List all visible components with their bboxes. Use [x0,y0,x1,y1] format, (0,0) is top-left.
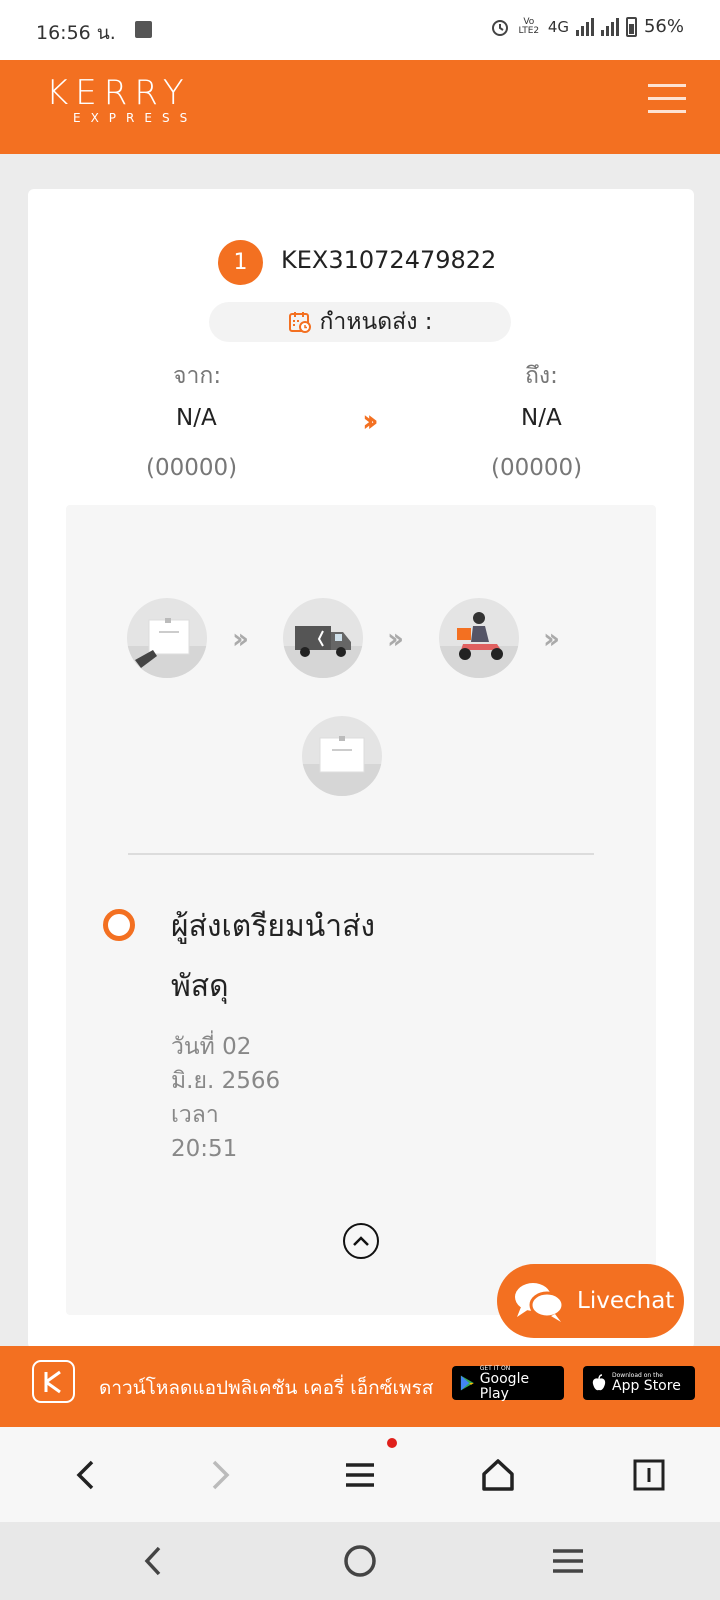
home-icon[interactable] [473,1451,523,1499]
kerry-logo[interactable]: KERRY EXPRESS [46,76,197,126]
due-date-pill: กำหนดส่ง : [209,302,511,342]
battery-percent: 56% [643,16,684,37]
status-time-value: 20:51 [171,1136,238,1162]
system-navigation-bar [0,1522,720,1600]
to-postcode: (00000) [491,455,583,481]
status-date-line2: มิ.ย. 2566 [171,1068,281,1094]
step-chevron-icon: ›› [387,622,404,655]
app-download-banner: ดาวน์โหลดแอปพลิเคชัน เคอรี่ เอ็กซ์เพรส G… [0,1346,720,1427]
from-label: จาก: [173,363,222,389]
status-time-label: เวลา [171,1102,219,1128]
status-marker-icon [103,909,135,941]
network-type: 4G [547,17,569,36]
parcel-handover-icon [127,598,207,678]
battery-icon [625,16,637,37]
alarm-icon [491,19,508,36]
courier-scooter-icon [439,598,519,678]
google-play-big: Google Play [479,1370,530,1402]
app-store-big: App Store [612,1378,681,1394]
status-date-line1: วันที่ 02 [171,1034,252,1060]
chevron-up-icon [353,1236,369,1246]
from-postcode: (00000) [146,455,238,481]
system-recents-icon[interactable] [545,1538,591,1584]
calendar-icon [288,312,311,333]
delivery-truck-icon [283,598,363,678]
livechat-button[interactable]: Livechat [497,1264,684,1338]
google-play-icon [460,1375,474,1391]
kerry-app-icon [32,1360,75,1403]
step-chevron-icon: ›› [543,622,560,655]
to-value: N/A [521,405,562,431]
volte-label: Vo LTE2 [518,16,540,36]
back-icon[interactable] [60,1451,110,1499]
menu-icon[interactable] [335,1451,385,1499]
app-banner-text: ดาวน์โหลดแอปพลิเคชัน เคอรี่ เอ็กซ์เพรส [99,1377,434,1399]
app-header: KERRY EXPRESS [0,60,720,154]
timeline-divider [128,853,594,855]
status-indicators: Vo LTE2 4G 56% [490,16,684,37]
tracking-number: KEX31072479822 [281,246,497,274]
app-store-button[interactable]: Download on the App Store [583,1366,695,1400]
system-home-icon[interactable] [337,1538,383,1584]
from-value: N/A [176,405,217,431]
shipment-index-badge: 1 [218,240,263,285]
menu-notification-dot [387,1438,397,1448]
notification-icon [135,21,152,38]
apple-icon [592,1374,606,1391]
status-title: ผู้ส่งเตรียมนำส่งพัสดุ [171,909,376,1004]
logo-main-text: KERRY [46,73,191,113]
status-time: 16:56 น. [36,22,116,44]
signal-icon [575,17,594,36]
chat-bubbles-icon [515,1283,565,1322]
hamburger-icon[interactable] [648,84,686,118]
due-label: กำหนดส่ง : [319,309,433,335]
forward-icon[interactable] [196,1451,246,1499]
double-chevron-right-icon: ›› [362,404,378,439]
collapse-button[interactable] [343,1223,379,1259]
to-label: ถึง: [525,363,558,389]
logo-sub-text: EXPRESS [73,111,198,125]
status-datetime: วันที่ 02 มิ.ย. 2566 เวลา 20:51 [171,1030,331,1166]
delivered-parcel-icon [302,716,382,796]
step-chevron-icon: ›› [232,622,249,655]
status-bar: 16:56 น. Vo LTE2 4G 56% [0,0,720,60]
livechat-label: Livechat [577,1288,675,1314]
google-play-button[interactable]: GET IT ON Google Play [452,1365,564,1402]
signal-icon-2 [600,17,619,36]
system-back-icon[interactable] [130,1538,176,1584]
browser-toolbar [0,1427,720,1522]
tabs-icon[interactable] [624,1451,674,1499]
